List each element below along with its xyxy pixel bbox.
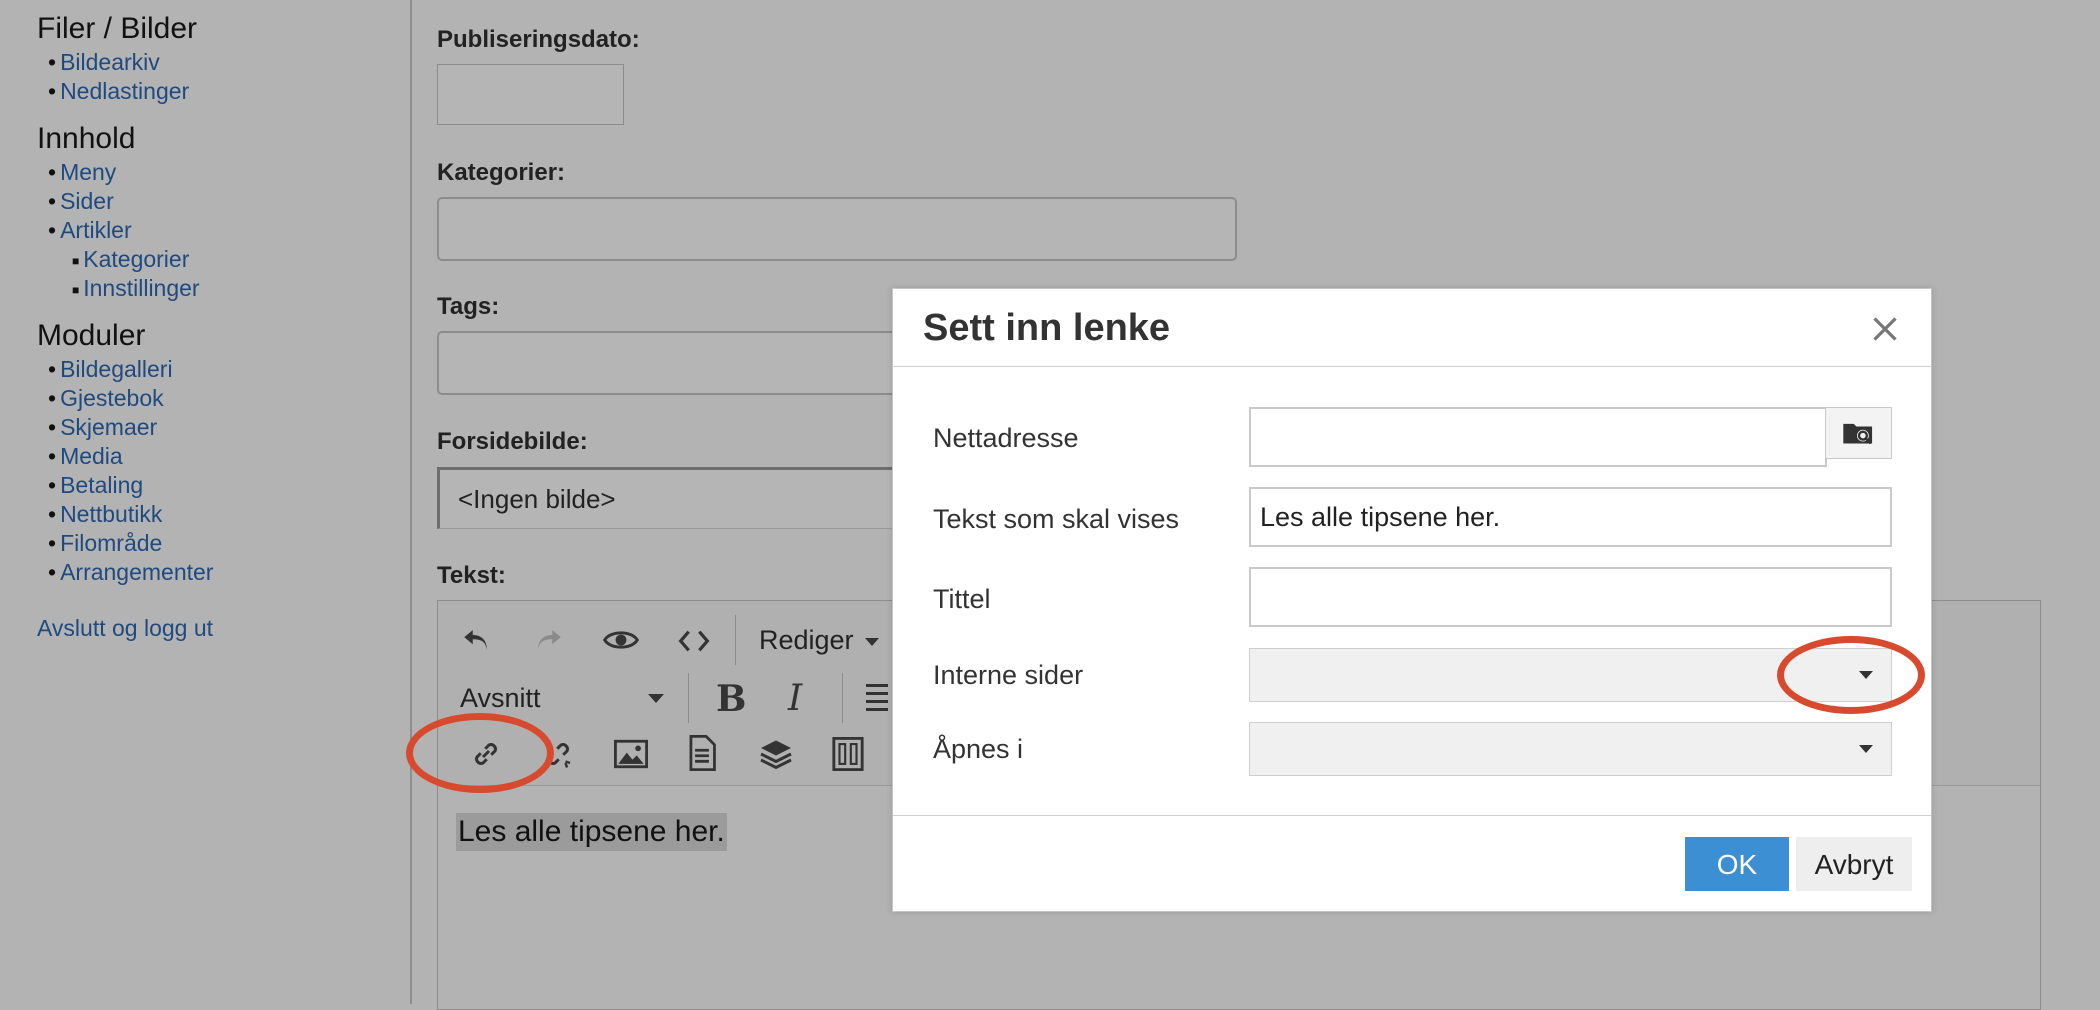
sidebar-item-label: Sider [60, 188, 114, 214]
sidebar-section-title: Moduler [37, 319, 146, 352]
publish-date-input[interactable] [437, 64, 624, 125]
sidebar-item-label: Meny [60, 159, 117, 185]
logout-link[interactable]: Avslutt og logg ut [37, 615, 213, 642]
editor-content[interactable]: Les alle tipsene her. [456, 813, 727, 851]
front-image-label: Forsidebilde: [437, 428, 588, 455]
document-icon[interactable] [686, 735, 718, 771]
sidebar-item-gjestebok[interactable]: • Gjestebok [48, 385, 164, 412]
chevron-down-icon [648, 694, 664, 703]
annotation-circle-link [406, 713, 554, 793]
ok-button[interactable]: OK [1685, 837, 1789, 891]
title-label: Tittel [933, 584, 991, 614]
sidebar-item-label: Gjestebok [60, 385, 164, 411]
sidebar-item-filomrade[interactable]: • Filområde [48, 530, 162, 557]
sidebar-item-bildegalleri[interactable]: • Bildegalleri [48, 356, 173, 383]
categories-label: Kategorier: [437, 159, 566, 186]
sidebar-item-label: Innstillinger [83, 275, 200, 301]
front-image-value: <Ingen bilde> [458, 484, 616, 514]
undo-icon[interactable] [460, 623, 494, 657]
open-in-label: Åpnes i [933, 734, 1024, 764]
align-icon[interactable] [866, 681, 888, 715]
chevron-down-icon [1859, 745, 1873, 753]
display-text-input[interactable] [1249, 487, 1892, 547]
preview-eye-icon[interactable] [602, 623, 640, 657]
sidebar-subitem-innstillinger[interactable]: ■ Innstillinger [72, 275, 200, 302]
sidebar-item-label: Nettbutikk [60, 501, 163, 527]
template-icon[interactable] [832, 737, 864, 771]
sidebar-item-nettbutikk[interactable]: • Nettbutikk [48, 501, 162, 528]
sidebar-item-artikler[interactable]: • Artikler [48, 217, 132, 244]
sidebar-item-label: Betaling [60, 472, 144, 498]
sidebar-item-nedlastinger[interactable]: • Nedlastinger [48, 78, 189, 105]
sidebar-item-label: Bildegalleri [60, 356, 173, 382]
close-icon[interactable] [1867, 311, 1903, 347]
sidebar-section-title: Innhold [37, 122, 136, 155]
format-select[interactable]: Avsnitt [460, 683, 541, 714]
sidebar-item-arrangementer[interactable]: • Arrangementer [48, 559, 213, 586]
publish-date-label: Publiseringsdato: [437, 26, 640, 53]
sidebar-item-label: Media [60, 443, 123, 469]
sidebar-item-skjemaer[interactable]: • Skjemaer [48, 414, 157, 441]
tags-label: Tags: [437, 293, 500, 320]
url-label: Nettadresse [933, 423, 1079, 453]
url-input[interactable] [1249, 407, 1827, 467]
chevron-down-icon [865, 637, 880, 646]
sidebar-item-label: Skjemaer [60, 414, 158, 440]
text-label: Tekst: [437, 562, 506, 589]
format-select-label: Avsnitt [460, 683, 541, 713]
cancel-button[interactable]: Avbryt [1796, 837, 1912, 891]
display-text-label: Tekst som skal vises [933, 504, 1180, 534]
layers-icon[interactable] [758, 737, 794, 771]
sidebar-item-label: Artikler [60, 217, 132, 243]
sidebar-item-label: Filområde [60, 530, 163, 556]
redo-icon[interactable] [531, 623, 565, 657]
italic-icon[interactable]: I [788, 678, 802, 719]
folder-search-icon [1843, 423, 1873, 445]
edit-menu-label: Rediger [759, 625, 854, 655]
sidebar-item-label: Nedlastinger [60, 78, 190, 104]
title-input[interactable] [1249, 567, 1892, 627]
edit-menu[interactable]: Rediger [759, 625, 880, 656]
sidebar-section-title: Filer / Bilder [37, 12, 198, 45]
sidebar-item-meny[interactable]: • Meny [48, 159, 116, 186]
sidebar-item-sider[interactable]: • Sider [48, 188, 114, 215]
browse-button[interactable] [1825, 407, 1892, 459]
sidebar: Filer / Bilder • Bildearkiv • Nedlastinger… [0, 0, 412, 1004]
bold-icon[interactable]: B [716, 678, 746, 720]
internal-pages-label: Interne sider [933, 660, 1084, 690]
sidebar-item-label: Arrangementer [60, 559, 214, 585]
sidebar-item-betaling[interactable]: • Betaling [48, 472, 143, 499]
sidebar-item-bildearkiv[interactable]: • Bildearkiv [48, 49, 160, 76]
sidebar-subitem-kategorier[interactable]: ■ Kategorier [72, 246, 189, 273]
sidebar-item-media[interactable]: • Media [48, 443, 123, 470]
insert-link-dialog: Sett inn lenke Nettadresse Tekst som ska… [892, 288, 1932, 912]
sidebar-item-label: Bildearkiv [60, 49, 160, 75]
annotation-circle-dropdown [1777, 636, 1925, 714]
dialog-title: Sett inn lenke [923, 307, 1171, 349]
categories-input[interactable] [437, 197, 1237, 261]
image-icon[interactable] [614, 738, 648, 770]
source-code-icon[interactable] [678, 627, 710, 655]
open-in-select[interactable] [1249, 722, 1892, 776]
sidebar-item-label: Kategorier [83, 246, 190, 272]
